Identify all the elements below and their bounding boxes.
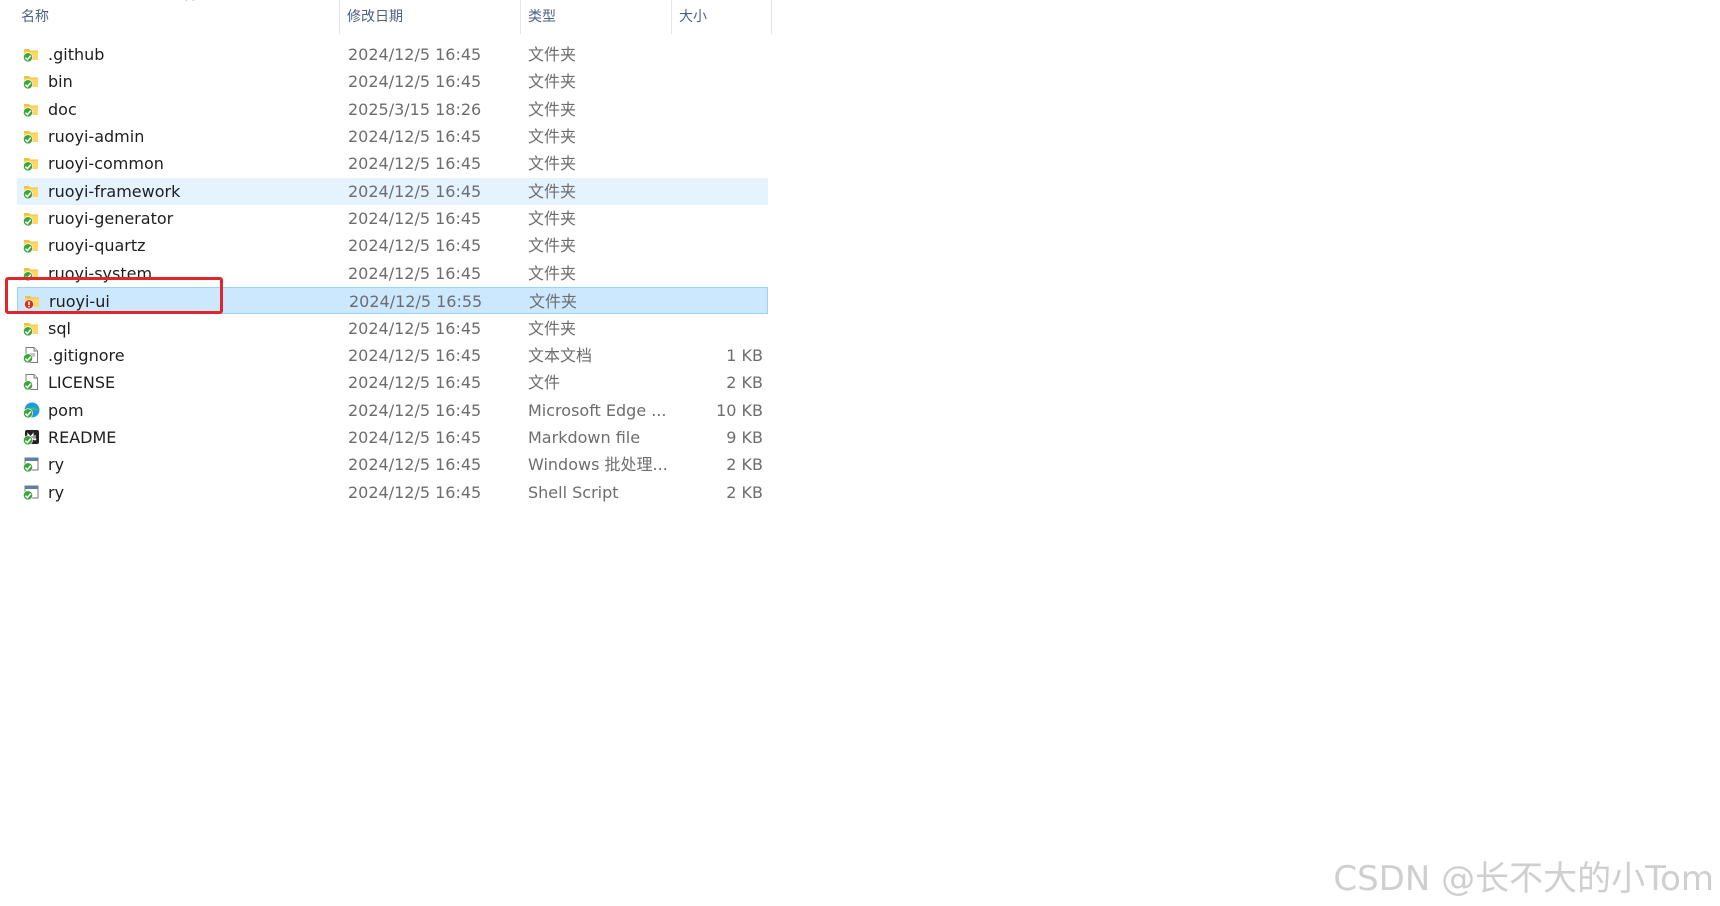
folder-git-ok-icon bbox=[22, 209, 40, 227]
folder-git-ok-icon bbox=[22, 72, 40, 90]
column-header-date[interactable]: 修改日期 bbox=[340, 0, 521, 34]
file-modified-date: 2024/12/5 16:45 bbox=[348, 209, 482, 229]
annotation-highlight-box bbox=[5, 277, 223, 314]
file-modified-date: 2024/12/5 16:55 bbox=[349, 292, 483, 312]
file-row[interactable]: pom 2024/12/5 16:45 Microsoft Edge ... 10 K… bbox=[17, 397, 768, 424]
file-type: 文件夹 bbox=[528, 127, 577, 147]
file-git-ok-icon bbox=[22, 373, 40, 391]
file-row[interactable]: .github 2024/12/5 16:45 文件夹 bbox=[17, 41, 768, 68]
file-row[interactable]: ruoyi-generator 2024/12/5 16:45 文件夹 bbox=[17, 205, 768, 232]
file-name: LICENSE bbox=[48, 373, 116, 393]
file-row[interactable]: bin 2024/12/5 16:45 文件夹 bbox=[17, 68, 768, 95]
column-header-bar: 名称 ^ 修改日期 类型 大小 bbox=[0, 0, 772, 36]
file-type: 文件夹 bbox=[529, 292, 578, 312]
file-type: 文件夹 bbox=[528, 263, 577, 283]
file-modified-date: 2024/12/5 16:45 bbox=[348, 236, 482, 256]
file-type: 文件夹 bbox=[528, 236, 577, 256]
file-modified-date: 2024/12/5 16:45 bbox=[348, 455, 482, 475]
folder-git-ok-icon bbox=[22, 319, 40, 337]
file-modified-date: 2024/12/5 16:45 bbox=[348, 318, 482, 338]
file-row[interactable]: .gitignore 2024/12/5 16:45 文本文档 1 KB bbox=[17, 342, 768, 369]
file-size: 2 KB bbox=[726, 373, 763, 393]
file-modified-date: 2024/12/5 16:45 bbox=[348, 373, 482, 393]
file-modified-date: 2025/3/15 18:26 bbox=[348, 99, 482, 119]
file-type: Windows 批处理... bbox=[528, 455, 668, 475]
file-row[interactable]: ruoyi-common 2024/12/5 16:45 文件夹 bbox=[17, 150, 768, 177]
file-row[interactable]: ruoyi-framework 2024/12/5 16:45 文件夹 bbox=[17, 177, 768, 205]
file-modified-date: 2024/12/5 16:45 bbox=[348, 263, 482, 283]
file-type: 文件夹 bbox=[528, 209, 577, 229]
file-modified-date: 2024/12/5 16:45 bbox=[348, 72, 482, 92]
file-type: 文件夹 bbox=[528, 72, 577, 92]
column-header-date-label: 修改日期 bbox=[347, 9, 403, 25]
column-header-name-label: 名称 bbox=[21, 9, 49, 25]
file-size: 1 KB bbox=[726, 345, 763, 365]
folder-git-ok-icon bbox=[22, 236, 40, 254]
file-type: 文件夹 bbox=[528, 45, 577, 64]
text-file-git-ok-icon bbox=[22, 346, 40, 364]
markdown-file-git-ok-icon bbox=[22, 428, 40, 446]
file-name: ruoyi-admin bbox=[48, 127, 145, 147]
file-type: 文件夹 bbox=[528, 99, 577, 119]
file-modified-date: 2024/12/5 16:45 bbox=[348, 427, 482, 447]
file-row[interactable]: LICENSE 2024/12/5 16:45 文件 2 KB bbox=[17, 369, 768, 396]
file-name: doc bbox=[48, 99, 77, 119]
file-size: 2 KB bbox=[726, 455, 763, 475]
file-row[interactable]: ry 2024/12/5 16:45 Shell Script 2 KB bbox=[17, 479, 768, 506]
file-type: 文件夹 bbox=[528, 181, 577, 201]
file-type: Shell Script bbox=[528, 482, 619, 502]
file-type: 文件 bbox=[528, 373, 561, 393]
file-name: sql bbox=[48, 318, 71, 338]
sort-ascending-icon: ^ bbox=[184, 0, 196, 11]
folder-git-ok-icon bbox=[22, 182, 40, 200]
folder-git-ok-icon bbox=[22, 100, 40, 118]
file-row[interactable]: README 2024/12/5 16:45 Markdown file 9 KB bbox=[17, 424, 768, 451]
column-header-type[interactable]: 类型 bbox=[521, 0, 672, 34]
folder-git-ok-icon bbox=[22, 45, 40, 63]
column-header-size-label: 大小 bbox=[679, 9, 707, 25]
file-modified-date: 2024/12/5 16:45 bbox=[348, 154, 482, 174]
file-modified-date: 2024/12/5 16:45 bbox=[348, 181, 482, 201]
file-name: ruoyi-quartz bbox=[48, 236, 146, 256]
file-modified-date: 2024/12/5 16:45 bbox=[348, 45, 482, 64]
file-name: ruoyi-generator bbox=[48, 209, 174, 229]
file-type: 文件夹 bbox=[528, 154, 577, 174]
file-name: ry bbox=[48, 482, 65, 502]
file-name: ry bbox=[48, 455, 65, 475]
folder-git-ok-icon bbox=[22, 127, 40, 145]
file-type: Microsoft Edge ... bbox=[528, 400, 667, 420]
file-modified-date: 2024/12/5 16:45 bbox=[348, 482, 482, 502]
file-size: 2 KB bbox=[726, 482, 763, 502]
file-type: Markdown file bbox=[528, 427, 641, 447]
file-name: pom bbox=[48, 400, 84, 420]
file-size: 10 KB bbox=[716, 400, 763, 420]
file-name: ruoyi-framework bbox=[48, 181, 181, 201]
file-type: 文本文档 bbox=[528, 345, 593, 365]
column-header-size[interactable]: 大小 bbox=[672, 0, 772, 34]
file-row[interactable]: sql 2024/12/5 16:45 文件夹 bbox=[17, 315, 768, 342]
file-type: 文件夹 bbox=[528, 318, 577, 338]
file-name: .github bbox=[48, 45, 105, 64]
script-file-git-ok-icon bbox=[22, 483, 40, 501]
file-row[interactable]: doc 2025/3/15 18:26 文件夹 bbox=[17, 96, 768, 123]
file-modified-date: 2024/12/5 16:45 bbox=[348, 345, 482, 365]
batch-file-git-ok-icon bbox=[22, 455, 40, 473]
file-name: .gitignore bbox=[48, 345, 125, 365]
column-header-name[interactable]: 名称 ^ bbox=[14, 0, 340, 34]
file-modified-date: 2024/12/5 16:45 bbox=[348, 400, 482, 420]
file-size: 9 KB bbox=[726, 427, 763, 447]
watermark: CSDN @长不大的小Tom bbox=[1333, 859, 1714, 899]
file-row[interactable]: ruoyi-quartz 2024/12/5 16:45 文件夹 bbox=[17, 232, 768, 259]
file-name: ruoyi-common bbox=[48, 154, 164, 174]
file-row[interactable]: ry 2024/12/5 16:45 Windows 批处理... 2 KB bbox=[17, 451, 768, 478]
edge-file-git-ok-icon bbox=[22, 401, 40, 419]
file-row[interactable]: ruoyi-admin 2024/12/5 16:45 文件夹 bbox=[17, 123, 768, 150]
column-header-type-label: 类型 bbox=[528, 9, 556, 25]
file-explorer: 名称 ^ 修改日期 类型 大小 .github 2024/12/5 16:45 文件… bbox=[0, 0, 1720, 906]
file-modified-date: 2024/12/5 16:45 bbox=[348, 127, 482, 147]
file-name: README bbox=[48, 427, 117, 447]
folder-git-ok-icon bbox=[22, 154, 40, 172]
file-name: bin bbox=[48, 72, 73, 92]
